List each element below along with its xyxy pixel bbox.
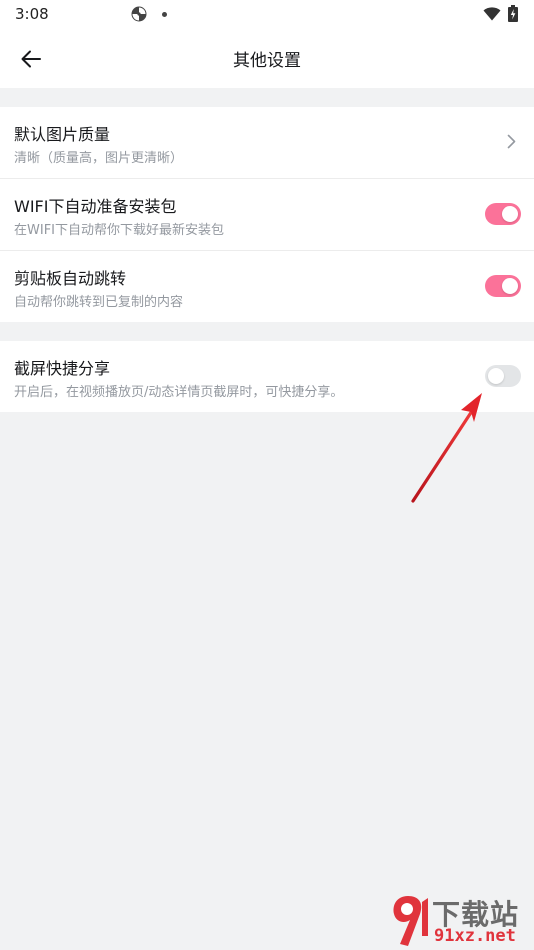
setting-title: 剪贴板自动跳转	[14, 269, 127, 288]
settings-group-general: 默认图片质量 清晰（质量高，图片更清晰） WIFI下自动准备安装包 在WIFI下…	[0, 107, 534, 322]
setting-default-image-quality[interactable]: 默认图片质量 清晰（质量高，图片更清晰）	[0, 107, 534, 179]
toggle-knob	[502, 278, 518, 294]
status-time: 3:08	[15, 5, 49, 23]
toggle-knob	[488, 368, 504, 384]
page-title: 其他设置	[233, 51, 301, 71]
watermark-logo	[393, 896, 428, 946]
pinwheel-icon	[131, 6, 147, 22]
setting-subtitle: 自动帮你跳转到已复制的内容	[14, 295, 184, 310]
clipboard-auto-jump-toggle[interactable]	[485, 275, 521, 297]
setting-subtitle: 在WIFI下自动帮你下载好最新安装包	[14, 223, 224, 238]
status-bar: 3:08	[0, 0, 534, 28]
setting-subtitle: 清晰（质量高，图片更清晰）	[14, 151, 184, 166]
chevron-right-icon	[507, 134, 516, 149]
setting-title: 截屏快捷分享	[14, 359, 111, 378]
setting-title: WIFI下自动准备安装包	[14, 197, 177, 216]
wifi-auto-download-toggle[interactable]	[485, 203, 521, 225]
watermark: 下载站 91xz.net	[388, 892, 534, 950]
top-app-bar: 其他设置	[0, 28, 534, 88]
watermark-domain: 91xz.net	[434, 926, 516, 946]
wifi-icon	[483, 6, 501, 21]
battery-charging-icon	[508, 5, 518, 22]
screenshot-quick-share-toggle[interactable]	[485, 365, 521, 387]
annotation-arrow	[411, 393, 482, 503]
setting-wifi-auto-download: WIFI下自动准备安装包 在WIFI下自动帮你下载好最新安装包	[0, 179, 534, 251]
toggle-knob	[502, 206, 518, 222]
setting-subtitle: 开启后，在视频播放页/动态详情页截屏时，可快捷分享。	[14, 385, 344, 400]
setting-clipboard-auto-jump: 剪贴板自动跳转 自动帮你跳转到已复制的内容	[0, 251, 534, 322]
setting-title: 默认图片质量	[14, 125, 111, 144]
notification-dot	[162, 12, 167, 17]
